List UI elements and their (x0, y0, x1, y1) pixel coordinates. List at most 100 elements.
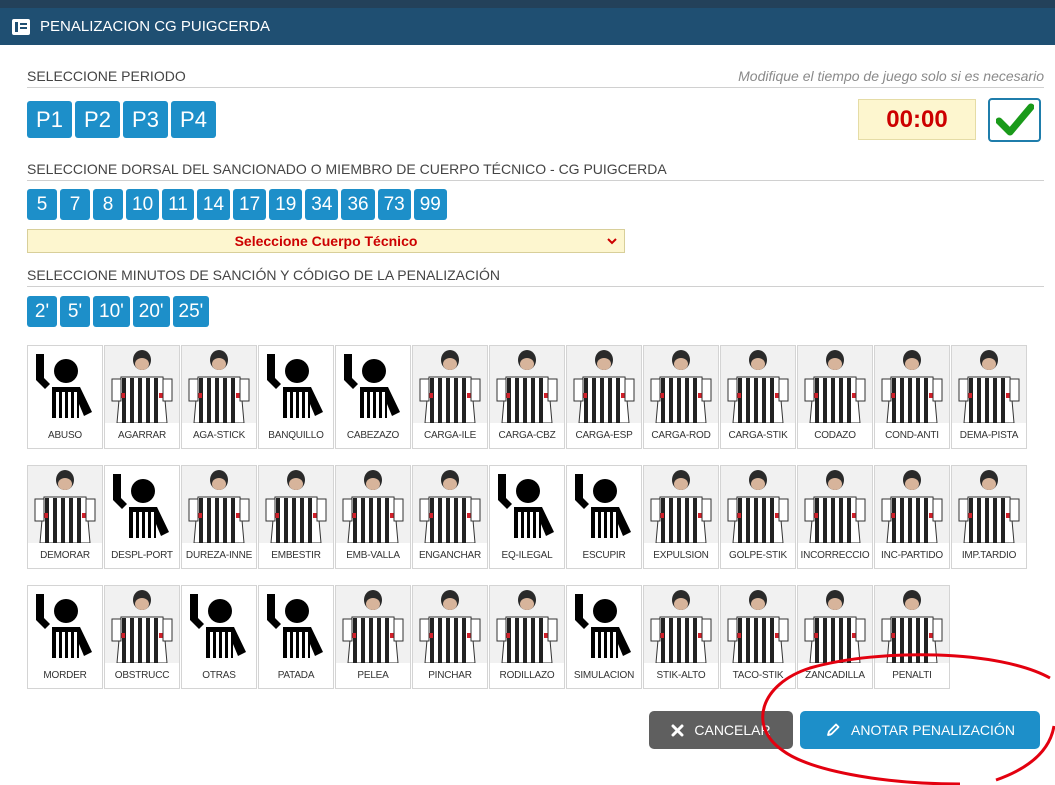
penalty-code-card[interactable]: PINCHAR (412, 585, 488, 689)
penalty-code-image (259, 346, 333, 423)
dorsal-button[interactable]: 19 (269, 189, 303, 220)
penalty-code-card[interactable]: COND-ANTI (874, 345, 950, 449)
penalty-code-label: COND-ANTI (885, 430, 939, 442)
penalty-code-card[interactable]: TACO-STIK (720, 585, 796, 689)
period-button-p3[interactable]: P3 (123, 101, 168, 138)
minutes-button[interactable]: 10' (93, 296, 130, 327)
penalty-code-card[interactable]: STIK-ALTO (643, 585, 719, 689)
penalty-code-card[interactable]: INCORRECCIO (797, 465, 873, 569)
penalty-code-card[interactable]: INC-PARTIDO (874, 465, 950, 569)
dorsal-button[interactable]: 7 (60, 189, 90, 220)
generic-referee-icon (575, 593, 631, 658)
penalty-code-card[interactable]: CARGA-STIK (720, 345, 796, 449)
penalty-code-label: CARGA-ILE (423, 430, 477, 442)
penalty-code-card[interactable]: BANQUILLO (258, 345, 334, 449)
penalty-code-card[interactable]: CARGA-ESP (566, 345, 642, 449)
referee-photo (419, 349, 481, 423)
penalty-code-card[interactable]: ZANCADILLA (797, 585, 873, 689)
penalty-code-card[interactable]: AGA-STICK (181, 345, 257, 449)
period-button-p1[interactable]: P1 (27, 101, 72, 138)
penalty-code-card[interactable]: MORDER (27, 585, 103, 689)
generic-referee-icon (190, 593, 246, 658)
penalty-code-card[interactable]: DUREZA-INNE (181, 465, 257, 569)
minutes-button[interactable]: 2' (27, 296, 57, 327)
pencil-icon (827, 723, 840, 736)
penalty-code-image (105, 466, 179, 543)
penalty-code-card[interactable]: AGARRAR (104, 345, 180, 449)
penalty-code-card[interactable]: PELEA (335, 585, 411, 689)
penalty-code-image (28, 346, 102, 423)
penalty-code-card[interactable]: DEMA-PISTA (951, 345, 1027, 449)
dorsal-button[interactable]: 14 (196, 189, 231, 220)
penalty-code-card[interactable]: PATADA (258, 585, 334, 689)
penalty-code-card[interactable]: RODILLAZO (489, 585, 565, 689)
referee-photo (881, 469, 943, 543)
period-button-p4[interactable]: P4 (171, 101, 216, 138)
penalty-code-image (259, 586, 333, 663)
minutes-button[interactable]: 25' (172, 296, 210, 327)
game-time-input[interactable]: 00:00 (858, 99, 976, 140)
penalty-code-label: AGARRAR (117, 430, 167, 442)
penalty-code-card[interactable]: CARGA-CBZ (489, 345, 565, 449)
dorsal-button[interactable]: 8 (93, 189, 123, 220)
penalty-code-card[interactable]: DEMORAR (27, 465, 103, 569)
penalty-code-image (105, 586, 179, 664)
penalty-code-card[interactable]: GOLPE-STIK (720, 465, 796, 569)
dorsal-button[interactable]: 36 (341, 189, 375, 220)
penalty-code-card[interactable]: ENGANCHAR (412, 465, 488, 569)
penalty-code-label: EMB-VALLA (346, 550, 400, 562)
dorsal-button[interactable]: 73 (377, 189, 411, 220)
generic-referee-icon (344, 353, 400, 418)
dorsal-button[interactable]: 11 (162, 189, 194, 220)
dorsal-button[interactable]: 17 (233, 189, 267, 220)
cancel-button[interactable]: CANCELAR (649, 711, 793, 749)
penalty-code-image (182, 346, 256, 424)
penalty-code-row: DEMORAR DESPL-PORT DUREZA-INNE EMBESTIR EMB-… (27, 465, 1027, 569)
record-penalty-button[interactable]: ANOTAR PENALIZACIÓN (800, 711, 1040, 749)
penalty-code-card[interactable]: EMBESTIR (258, 465, 334, 569)
penalty-code-card[interactable]: CARGA-ROD (643, 345, 719, 449)
staff-select[interactable]: Seleccione Cuerpo Técnico (27, 229, 625, 253)
penalty-code-label: SIMULACION (573, 670, 635, 682)
referee-photo (881, 349, 943, 423)
period-button-p2[interactable]: P2 (75, 101, 120, 138)
penalty-code-card[interactable]: OBSTRUCC (104, 585, 180, 689)
penalty-code-card[interactable]: EMB-VALLA (335, 465, 411, 569)
penalty-code-card[interactable]: DESPL-PORT (104, 465, 180, 569)
dorsal-button[interactable]: 34 (305, 189, 339, 220)
penalty-code-card[interactable]: CABEZAZO (335, 345, 411, 449)
penalty-code-card[interactable]: EQ-ILEGAL (489, 465, 565, 569)
penalty-code-image (413, 586, 487, 664)
generic-referee-icon (498, 473, 554, 538)
penalty-code-card[interactable]: ABUSO (27, 345, 103, 449)
penalty-code-label: PINCHAR (428, 670, 472, 682)
dorsal-button[interactable]: 5 (27, 189, 57, 220)
confirm-time-button[interactable] (988, 98, 1041, 142)
penalty-code-label: PENALTI (892, 670, 932, 682)
penalty-code-card[interactable]: CARGA-ILE (412, 345, 488, 449)
penalty-code-card[interactable]: SIMULACION (566, 585, 642, 689)
penalty-code-image (28, 586, 102, 663)
penalty-code-label: BANQUILLO (268, 430, 324, 442)
referee-photo (419, 469, 481, 543)
penalty-code-card[interactable]: EXPULSION (643, 465, 719, 569)
penalty-code-card[interactable]: OTRAS (181, 585, 257, 689)
penalty-code-card[interactable]: ESCUPIR (566, 465, 642, 569)
penalty-code-label: CARGA-ESP (575, 430, 633, 442)
referee-photo (804, 349, 866, 423)
penalty-code-image (105, 346, 179, 424)
dorsal-button[interactable]: 10 (126, 189, 160, 220)
penalty-code-image (721, 466, 795, 544)
referee-photo (496, 349, 558, 423)
referee-photo (342, 469, 404, 543)
penalty-code-card[interactable]: PENALTI (874, 585, 950, 689)
dorsal-button[interactable]: 99 (413, 189, 447, 220)
penalty-code-card[interactable]: CODAZO (797, 345, 873, 449)
form-icon (12, 18, 30, 35)
minutes-button[interactable]: 5' (60, 296, 90, 327)
penalty-code-image (644, 346, 718, 424)
minutes-button[interactable]: 20' (132, 296, 170, 327)
penalty-code-card[interactable]: IMP.TARDIO (951, 465, 1027, 569)
penalty-code-label: OTRAS (202, 670, 236, 682)
penalty-code-image (336, 586, 410, 664)
